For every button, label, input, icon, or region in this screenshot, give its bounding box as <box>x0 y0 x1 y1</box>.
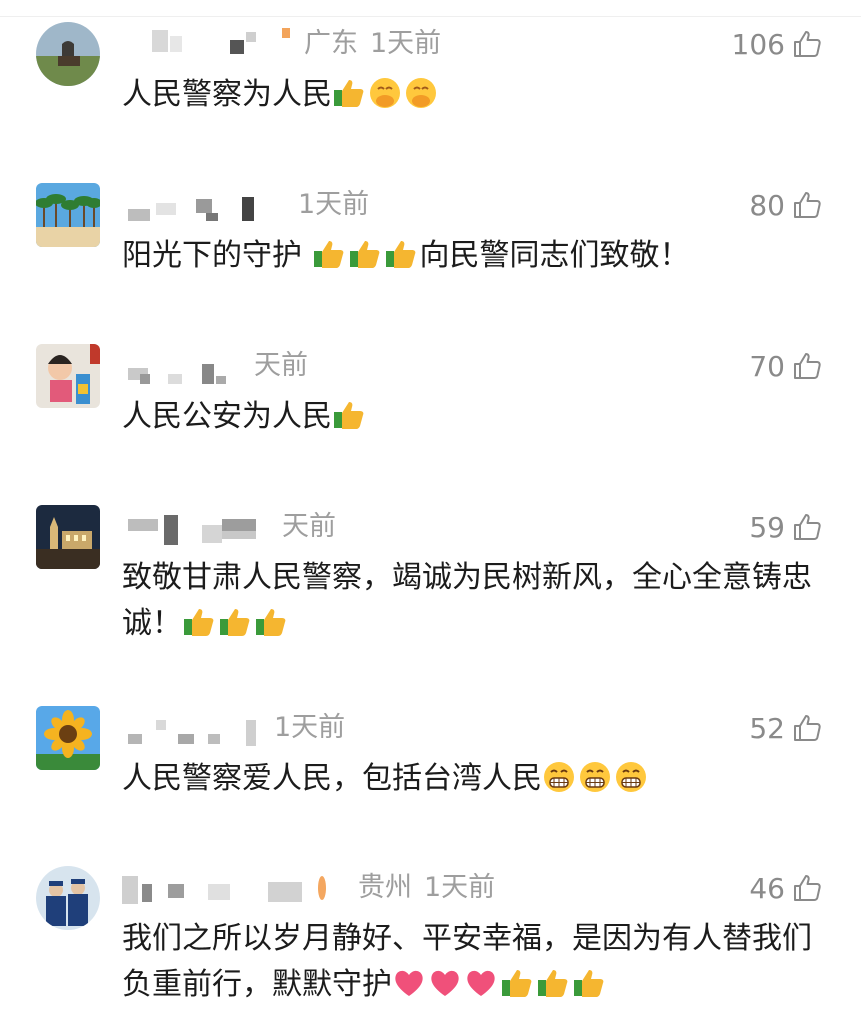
comment-meta: 1天前 <box>274 710 345 746</box>
avatar[interactable] <box>36 22 100 86</box>
timestamp: 1天前 <box>370 28 442 59</box>
comment-text: 致敬甘肃人民警察，竭诚为民树新风，全心全意铸忠诚！ <box>122 560 812 641</box>
comment-meta: 天前 <box>254 348 308 384</box>
like-count: 80 <box>749 188 785 222</box>
like-button[interactable]: 52 <box>749 710 823 746</box>
blurred-username[interactable] <box>112 870 352 906</box>
avatar[interactable] <box>36 505 100 569</box>
like-count: 46 <box>749 871 785 905</box>
comment-text: 我们之所以岁月静好、平安幸福，是因为有人替我们负重前行，默默守护 <box>122 921 812 1002</box>
grinning-face-emoji-icon <box>580 762 610 792</box>
avatar[interactable] <box>36 866 100 930</box>
thumbs-up-icon <box>794 192 821 218</box>
timestamp: 1天前 <box>298 189 370 220</box>
thumbs-up-icon <box>794 31 821 57</box>
avatar[interactable] <box>36 706 100 770</box>
grinning-face-emoji-icon <box>616 762 646 792</box>
thumbs-up-emoji-icon <box>256 609 286 636</box>
comment-meta: 贵州 1天前 <box>358 870 495 906</box>
like-button[interactable]: 70 <box>749 348 823 384</box>
avatar[interactable] <box>36 344 100 408</box>
thumbs-up-emoji-icon <box>334 402 364 429</box>
comment-item: 天前 70 人民公安为人民 <box>0 344 861 494</box>
comment-text: 人民警察爱人民，包括台湾人民 <box>122 756 832 802</box>
location: 广东 <box>304 28 358 59</box>
timestamp: 1天前 <box>274 712 346 743</box>
thumbs-up-emoji-icon <box>385 241 415 268</box>
like-count: 52 <box>749 711 785 745</box>
divider <box>0 16 861 17</box>
thumbs-up-icon <box>794 875 821 901</box>
like-button[interactable]: 80 <box>749 187 823 223</box>
heart-emoji-icon <box>467 970 495 996</box>
like-count: 59 <box>749 510 785 544</box>
comment-item: 广东 1天前 106 人民警察为人民 <box>0 22 861 172</box>
comment-item: 1天前 52 人民警察爱人民，包括台湾人民 <box>0 706 861 856</box>
face-with-hand-over-mouth-emoji-icon <box>370 78 400 108</box>
thumbs-up-emoji-icon <box>313 241 343 268</box>
timestamp: 1天前 <box>424 872 496 903</box>
comment-text: 人民公安为人民 <box>122 394 832 440</box>
comment-meta: 天前 <box>282 509 336 545</box>
like-button[interactable]: 59 <box>749 509 823 545</box>
thumbs-up-emoji-icon <box>574 970 604 997</box>
location: 贵州 <box>358 872 412 903</box>
thumbs-up-emoji-icon <box>349 241 379 268</box>
grinning-face-emoji-icon <box>544 762 574 792</box>
thumbs-up-icon <box>794 715 821 741</box>
timestamp: 天前 <box>254 350 308 381</box>
thumbs-up-emoji-icon <box>538 970 568 997</box>
face-with-hand-over-mouth-emoji-icon <box>406 78 436 108</box>
thumbs-up-emoji-icon <box>502 970 532 997</box>
comment-text: 阳光下的守护 向民警同志们致敬！ <box>122 238 690 273</box>
like-button[interactable]: 106 <box>732 26 823 62</box>
like-count: 106 <box>731 27 785 61</box>
avatar[interactable] <box>36 183 100 247</box>
heart-emoji-icon <box>395 970 423 996</box>
comment-meta: 1天前 <box>298 187 369 223</box>
thumbs-up-icon <box>794 353 821 379</box>
heart-emoji-icon <box>431 970 459 996</box>
comment-text: 人民警察为人民 <box>122 72 832 118</box>
thumbs-up-emoji-icon <box>220 609 250 636</box>
comment-item: 1天前 80 阳光下的守护 向民警同志们致敬！ <box>0 183 861 333</box>
like-count: 70 <box>749 349 785 383</box>
blurred-username[interactable] <box>112 348 352 384</box>
thumbs-up-emoji-icon <box>334 80 364 107</box>
timestamp: 天前 <box>282 511 336 542</box>
comment-item: 天前 59 致敬甘肃人民警察，竭诚为民树新风，全心全意铸忠诚！ <box>0 505 861 655</box>
thumbs-up-emoji-icon <box>184 609 214 636</box>
comment-item: 贵州 1天前 46 我们之所以岁月静好、平安幸福，是因为有人替我们负重前行，默默守… <box>0 866 861 1016</box>
like-button[interactable]: 46 <box>749 870 823 906</box>
comment-meta: 广东 1天前 <box>304 26 441 62</box>
thumbs-up-icon <box>794 514 821 540</box>
